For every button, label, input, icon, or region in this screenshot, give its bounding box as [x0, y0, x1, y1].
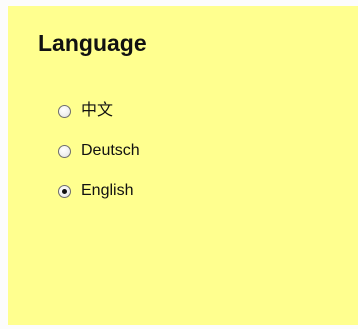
radio-button-chinese[interactable]: [58, 104, 71, 118]
language-options: 中文 Deutsch English: [58, 101, 140, 221]
language-label-english: English: [81, 182, 134, 199]
radio-dot-icon: [62, 188, 67, 194]
language-label-deutsch: Deutsch: [81, 142, 140, 159]
language-option-chinese[interactable]: 中文: [58, 101, 140, 121]
language-option-english[interactable]: English: [58, 181, 140, 201]
language-panel: Language 中文 Deutsch English: [8, 6, 358, 325]
radio-button-deutsch[interactable]: [58, 144, 71, 158]
language-option-deutsch[interactable]: Deutsch: [58, 141, 140, 161]
panel-title: Language: [38, 30, 147, 56]
radio-button-english[interactable]: [58, 184, 71, 198]
language-label-chinese: 中文: [81, 102, 114, 119]
